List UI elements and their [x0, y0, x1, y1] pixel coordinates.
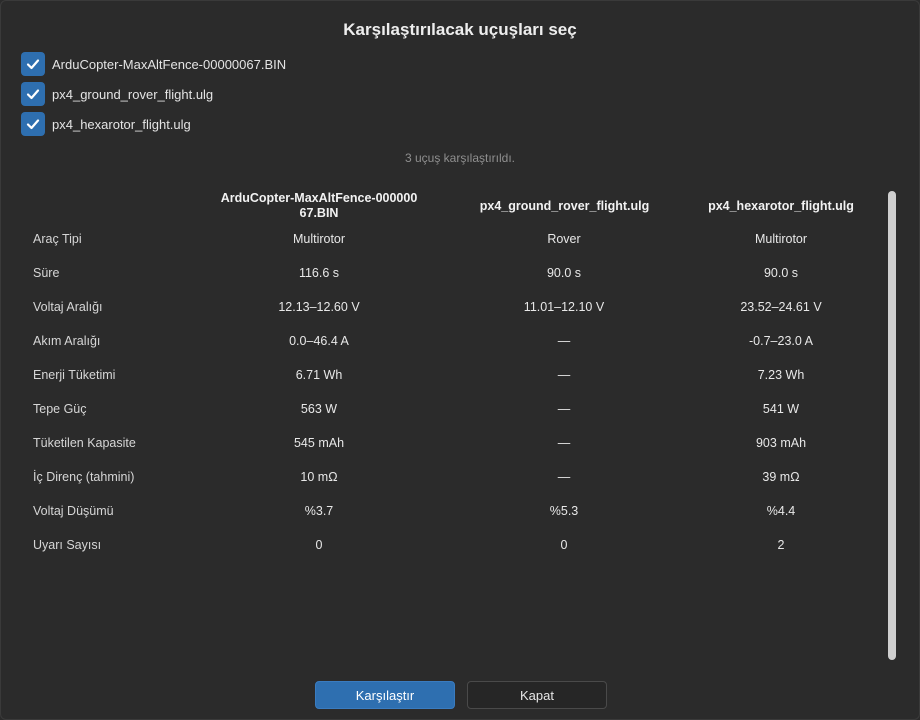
table-cell: — — [557, 334, 571, 348]
table-row: Tüketilen Kapasite 545 mAh — 903 mAh — [21, 426, 881, 460]
table-cell: 0.0–46.4 A — [289, 334, 349, 348]
table-cell: 541 W — [762, 402, 800, 416]
checkbox-checked[interactable] — [21, 112, 45, 136]
row-label: Araç Tipi — [33, 232, 82, 246]
table-cell: — — [557, 402, 571, 416]
table-cell: Multirotor — [292, 232, 346, 246]
table-row: Tepe Güç 563 W — 541 W — [21, 392, 881, 426]
checkbox-checked[interactable] — [21, 82, 45, 106]
table-cell: 90.0 s — [546, 266, 582, 280]
table-cell: 12.13–12.60 V — [278, 300, 360, 314]
flight-checkbox-arducopter[interactable]: ArduCopter-MaxAltFence-00000067.BIN — [21, 52, 286, 76]
compare-flights-dialog: Karşılaştırılacak uçuşları seç ArduCopte… — [0, 0, 920, 720]
comparison-table: ArduCopter-MaxAltFence-000000 67.BIN px4… — [21, 186, 881, 666]
row-label: Voltaj Düşümü — [33, 504, 114, 518]
dialog-title: Karşılaştırılacak uçuşları seç — [343, 20, 577, 39]
table-cell: 545 mAh — [293, 436, 345, 450]
table-row: Voltaj Düşümü %3.7 %5.3 %4.4 — [21, 494, 881, 528]
row-label: Uyarı Sayısı — [33, 538, 102, 552]
table-cell: 10 mΩ — [300, 470, 338, 484]
checkmark-icon — [26, 59, 40, 70]
table-cell: %3.7 — [304, 504, 334, 518]
table-cell: 7.23 Wh — [757, 368, 805, 382]
row-label: Tepe Güç — [33, 402, 87, 416]
flight-checkbox-label: px4_ground_rover_flight.ulg — [52, 86, 214, 102]
close-button[interactable]: Kapat — [467, 681, 607, 709]
table-cell: 11.01–12.10 V — [523, 300, 605, 314]
checkbox-checked[interactable] — [21, 52, 45, 76]
table-row: Voltaj Aralığı 12.13–12.60 V 11.01–12.10… — [21, 290, 881, 324]
row-label: Süre — [33, 266, 60, 280]
table-cell: Rover — [547, 232, 581, 246]
table-cell: Multirotor — [754, 232, 808, 246]
table-scrollbar[interactable] — [888, 191, 896, 660]
table-row: Araç Tipi Multirotor Rover Multirotor — [21, 222, 881, 256]
column-header-ground-rover: px4_ground_rover_flight.ulg — [479, 198, 650, 213]
table-cell: %4.4 — [766, 504, 796, 518]
table-cell: — — [557, 470, 571, 484]
flight-checkbox-label: ArduCopter-MaxAltFence-00000067.BIN — [52, 56, 287, 72]
row-label: Voltaj Aralığı — [33, 300, 103, 314]
table-cell: 6.71 Wh — [295, 368, 343, 382]
table-row: Uyarı Sayısı 0 0 2 — [21, 528, 881, 562]
table-row: Akım Aralığı 0.0–46.4 A — -0.7–23.0 A — [21, 324, 881, 358]
table-cell: 563 W — [300, 402, 338, 416]
row-label: Enerji Tüketimi — [33, 368, 116, 382]
table-row: İç Direnç (tahmini) 10 mΩ — 39 mΩ — [21, 460, 881, 494]
flight-checkbox-ground-rover[interactable]: px4_ground_rover_flight.ulg — [21, 82, 213, 106]
table-cell: 0 — [315, 538, 323, 552]
checkmark-icon — [26, 89, 40, 100]
table-cell: 0 — [560, 538, 568, 552]
row-label: Tüketilen Kapasite — [33, 436, 136, 450]
table-cell: 903 mAh — [755, 436, 807, 450]
row-label: Akım Aralığı — [33, 334, 101, 348]
column-header-arducopter: ArduCopter-MaxAltFence-000000 67.BIN — [220, 191, 418, 220]
column-header-hexarotor: px4_hexarotor_flight.ulg — [708, 198, 854, 213]
table-cell: 116.6 s — [298, 266, 340, 280]
table-row: Enerji Tüketimi 6.71 Wh — 7.23 Wh — [21, 358, 881, 392]
table-cell: — — [557, 368, 571, 382]
table-cell: -0.7–23.0 A — [749, 334, 813, 348]
table-cell: %5.3 — [549, 504, 579, 518]
flight-checkbox-label: px4_hexarotor_flight.ulg — [52, 116, 191, 132]
compare-button[interactable]: Karşılaştır — [315, 681, 455, 709]
table-row: Süre 116.6 s 90.0 s 90.0 s — [21, 256, 881, 290]
table-cell: — — [557, 436, 571, 450]
table-cell: 2 — [777, 538, 785, 552]
table-cell: 90.0 s — [763, 266, 799, 280]
table-cell: 23.52–24.61 V — [740, 300, 822, 314]
flight-checkbox-hexarotor[interactable]: px4_hexarotor_flight.ulg — [21, 112, 191, 136]
table-cell: 39 mΩ — [762, 470, 800, 484]
checkmark-icon — [26, 119, 40, 130]
comparison-status: 3 uçuş karşılaştırıldı. — [404, 151, 516, 165]
row-label: İç Direnç (tahmini) — [33, 470, 135, 484]
